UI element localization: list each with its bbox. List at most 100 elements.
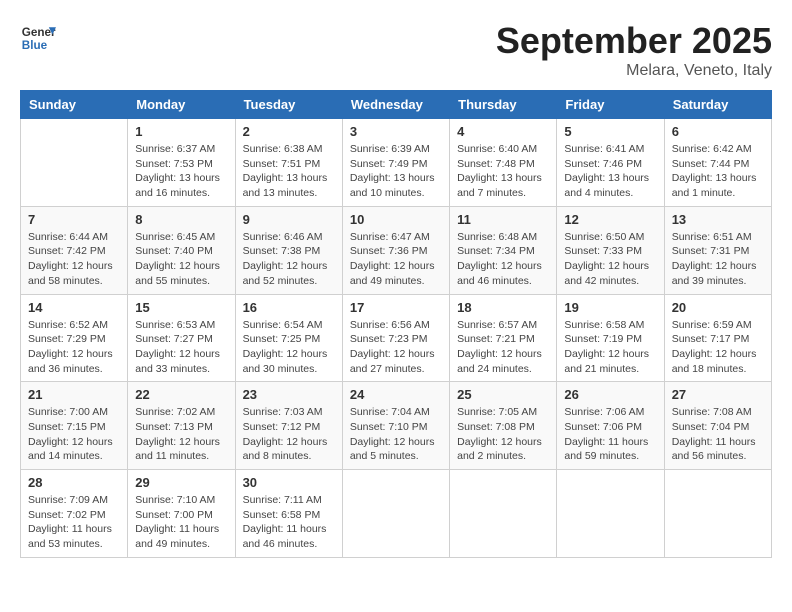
day-number: 25 bbox=[457, 387, 549, 402]
day-cell-22: 22 Sunrise: 7:02 AM Sunset: 7:13 PM Dayli… bbox=[128, 382, 235, 470]
day-info: Sunrise: 7:02 AM Sunset: 7:13 PM Dayligh… bbox=[135, 405, 227, 464]
day-cell-8: 8 Sunrise: 6:45 AM Sunset: 7:40 PM Daylig… bbox=[128, 206, 235, 294]
day-info: Sunrise: 7:00 AM Sunset: 7:15 PM Dayligh… bbox=[28, 405, 120, 464]
week-row-1: 1Sunrise: 6:37 AM Sunset: 7:53 PM Daylig… bbox=[21, 119, 772, 207]
day-cell-24: 24 Sunrise: 7:04 AM Sunset: 7:10 PM Dayli… bbox=[342, 382, 449, 470]
weekday-header-wednesday: Wednesday bbox=[342, 91, 449, 119]
day-cell-29: 29 Sunrise: 7:10 AM Sunset: 7:00 PM Dayli… bbox=[128, 470, 235, 558]
day-cell-5: 5 Sunrise: 6:41 AM Sunset: 7:46 PM Daylig… bbox=[557, 119, 664, 207]
page-header: General Blue September 2025 Melara, Vene… bbox=[20, 20, 772, 80]
day-info: Sunrise: 6:39 AM Sunset: 7:49 PM Dayligh… bbox=[350, 142, 442, 201]
day-cell-9: 9 Sunrise: 6:46 AM Sunset: 7:38 PM Daylig… bbox=[235, 206, 342, 294]
day-info: Sunrise: 6:59 AM Sunset: 7:17 PM Dayligh… bbox=[672, 318, 764, 377]
svg-text:Blue: Blue bbox=[22, 39, 48, 52]
day-info: Sunrise: 6:41 AM Sunset: 7:46 PM Dayligh… bbox=[564, 142, 656, 201]
week-row-5: 28Sunrise: 7:09 AM Sunset: 7:02 PM Dayli… bbox=[21, 470, 772, 558]
day-cell-25: 25 Sunrise: 7:05 AM Sunset: 7:08 PM Dayli… bbox=[450, 382, 557, 470]
title-block: September 2025 Melara, Veneto, Italy bbox=[496, 20, 772, 80]
logo-icon: General Blue bbox=[20, 20, 56, 56]
empty-cell bbox=[21, 119, 128, 207]
week-row-3: 14 Sunrise: 6:52 AM Sunset: 7:29 PM Dayli… bbox=[21, 294, 772, 382]
day-info: Sunrise: 7:10 AM Sunset: 7:00 PM Dayligh… bbox=[135, 493, 227, 552]
week-row-4: 21 Sunrise: 7:00 AM Sunset: 7:15 PM Dayli… bbox=[21, 382, 772, 470]
weekday-header-row: SundayMondayTuesdayWednesdayThursdayFrid… bbox=[21, 91, 772, 119]
week-row-2: 7 Sunrise: 6:44 AM Sunset: 7:42 PM Daylig… bbox=[21, 206, 772, 294]
day-info: Sunrise: 6:46 AM Sunset: 7:38 PM Dayligh… bbox=[243, 230, 335, 289]
day-number: 12 bbox=[564, 212, 656, 227]
day-info: Sunrise: 7:08 AM Sunset: 7:04 PM Dayligh… bbox=[672, 405, 764, 464]
day-cell-7: 7 Sunrise: 6:44 AM Sunset: 7:42 PM Daylig… bbox=[21, 206, 128, 294]
day-cell-21: 21 Sunrise: 7:00 AM Sunset: 7:15 PM Dayli… bbox=[21, 382, 128, 470]
day-number: 26 bbox=[564, 387, 656, 402]
day-number: 30 bbox=[243, 475, 335, 490]
day-info: Sunrise: 6:48 AM Sunset: 7:34 PM Dayligh… bbox=[457, 230, 549, 289]
empty-cell bbox=[342, 470, 449, 558]
day-info: Sunrise: 7:06 AM Sunset: 7:06 PM Dayligh… bbox=[564, 405, 656, 464]
day-number: 20 bbox=[672, 300, 764, 315]
day-number: 18 bbox=[457, 300, 549, 315]
day-info: Sunrise: 6:56 AM Sunset: 7:23 PM Dayligh… bbox=[350, 318, 442, 377]
day-cell-30: 30 Sunrise: 7:11 AM Sunset: 6:58 PM Dayli… bbox=[235, 470, 342, 558]
day-info: Sunrise: 6:57 AM Sunset: 7:21 PM Dayligh… bbox=[457, 318, 549, 377]
day-number: 14 bbox=[28, 300, 120, 315]
day-info: Sunrise: 6:58 AM Sunset: 7:19 PM Dayligh… bbox=[564, 318, 656, 377]
day-info: Sunrise: 6:51 AM Sunset: 7:31 PM Dayligh… bbox=[672, 230, 764, 289]
day-cell-2: 2 Sunrise: 6:38 AM Sunset: 7:51 PM Daylig… bbox=[235, 119, 342, 207]
day-number: 7 bbox=[28, 212, 120, 227]
day-cell-19: 19 Sunrise: 6:58 AM Sunset: 7:19 PM Dayli… bbox=[557, 294, 664, 382]
day-number: 15 bbox=[135, 300, 227, 315]
day-number: 24 bbox=[350, 387, 442, 402]
day-info: Sunrise: 6:54 AM Sunset: 7:25 PM Dayligh… bbox=[243, 318, 335, 377]
day-number: 2 bbox=[243, 124, 335, 139]
day-number: 11 bbox=[457, 212, 549, 227]
day-cell-1: 1Sunrise: 6:37 AM Sunset: 7:53 PM Daylig… bbox=[128, 119, 235, 207]
day-number: 9 bbox=[243, 212, 335, 227]
day-number: 17 bbox=[350, 300, 442, 315]
day-cell-15: 15 Sunrise: 6:53 AM Sunset: 7:27 PM Dayli… bbox=[128, 294, 235, 382]
day-cell-18: 18 Sunrise: 6:57 AM Sunset: 7:21 PM Dayli… bbox=[450, 294, 557, 382]
day-number: 4 bbox=[457, 124, 549, 139]
day-cell-16: 16 Sunrise: 6:54 AM Sunset: 7:25 PM Dayli… bbox=[235, 294, 342, 382]
day-info: Sunrise: 6:38 AM Sunset: 7:51 PM Dayligh… bbox=[243, 142, 335, 201]
day-number: 23 bbox=[243, 387, 335, 402]
day-cell-13: 13 Sunrise: 6:51 AM Sunset: 7:31 PM Dayli… bbox=[664, 206, 771, 294]
day-info: Sunrise: 6:47 AM Sunset: 7:36 PM Dayligh… bbox=[350, 230, 442, 289]
day-cell-11: 11 Sunrise: 6:48 AM Sunset: 7:34 PM Dayli… bbox=[450, 206, 557, 294]
day-number: 16 bbox=[243, 300, 335, 315]
day-info: Sunrise: 6:42 AM Sunset: 7:44 PM Dayligh… bbox=[672, 142, 764, 201]
day-number: 21 bbox=[28, 387, 120, 402]
day-number: 29 bbox=[135, 475, 227, 490]
day-cell-28: 28Sunrise: 7:09 AM Sunset: 7:02 PM Dayli… bbox=[21, 470, 128, 558]
day-number: 13 bbox=[672, 212, 764, 227]
day-info: Sunrise: 7:03 AM Sunset: 7:12 PM Dayligh… bbox=[243, 405, 335, 464]
day-cell-10: 10Sunrise: 6:47 AM Sunset: 7:36 PM Dayli… bbox=[342, 206, 449, 294]
day-number: 5 bbox=[564, 124, 656, 139]
empty-cell bbox=[664, 470, 771, 558]
day-info: Sunrise: 6:50 AM Sunset: 7:33 PM Dayligh… bbox=[564, 230, 656, 289]
day-cell-4: 4 Sunrise: 6:40 AM Sunset: 7:48 PM Daylig… bbox=[450, 119, 557, 207]
day-info: Sunrise: 6:53 AM Sunset: 7:27 PM Dayligh… bbox=[135, 318, 227, 377]
weekday-header-friday: Friday bbox=[557, 91, 664, 119]
day-info: Sunrise: 6:45 AM Sunset: 7:40 PM Dayligh… bbox=[135, 230, 227, 289]
day-info: Sunrise: 6:44 AM Sunset: 7:42 PM Dayligh… bbox=[28, 230, 120, 289]
day-info: Sunrise: 7:05 AM Sunset: 7:08 PM Dayligh… bbox=[457, 405, 549, 464]
day-info: Sunrise: 7:04 AM Sunset: 7:10 PM Dayligh… bbox=[350, 405, 442, 464]
day-cell-12: 12 Sunrise: 6:50 AM Sunset: 7:33 PM Dayli… bbox=[557, 206, 664, 294]
day-number: 1 bbox=[135, 124, 227, 139]
day-cell-26: 26 Sunrise: 7:06 AM Sunset: 7:06 PM Dayli… bbox=[557, 382, 664, 470]
location: Melara, Veneto, Italy bbox=[496, 62, 772, 80]
day-number: 27 bbox=[672, 387, 764, 402]
weekday-header-thursday: Thursday bbox=[450, 91, 557, 119]
day-cell-14: 14 Sunrise: 6:52 AM Sunset: 7:29 PM Dayli… bbox=[21, 294, 128, 382]
day-info: Sunrise: 6:40 AM Sunset: 7:48 PM Dayligh… bbox=[457, 142, 549, 201]
day-number: 22 bbox=[135, 387, 227, 402]
day-info: Sunrise: 7:11 AM Sunset: 6:58 PM Dayligh… bbox=[243, 493, 335, 552]
calendar-table: SundayMondayTuesdayWednesdayThursdayFrid… bbox=[20, 90, 772, 558]
empty-cell bbox=[557, 470, 664, 558]
day-info: Sunrise: 6:52 AM Sunset: 7:29 PM Dayligh… bbox=[28, 318, 120, 377]
day-number: 8 bbox=[135, 212, 227, 227]
month-title: September 2025 bbox=[496, 20, 772, 62]
weekday-header-saturday: Saturday bbox=[664, 91, 771, 119]
day-cell-6: 6Sunrise: 6:42 AM Sunset: 7:44 PM Daylig… bbox=[664, 119, 771, 207]
day-number: 19 bbox=[564, 300, 656, 315]
